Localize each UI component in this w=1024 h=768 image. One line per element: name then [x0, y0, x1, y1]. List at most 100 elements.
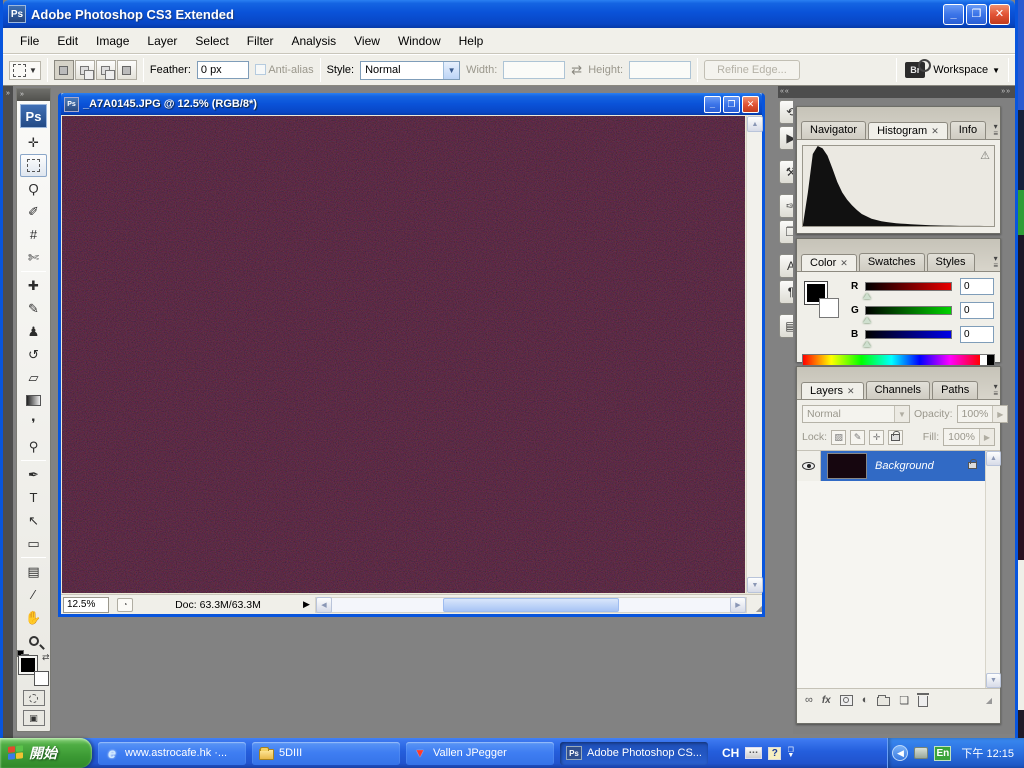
panel-tab-channels[interactable]: Channels	[865, 381, 931, 399]
panel-tab-swatches[interactable]: Swatches	[858, 253, 925, 271]
status-flyout-icon[interactable]: ▶	[303, 599, 315, 610]
rectangular-marquee-tool[interactable]	[20, 154, 47, 177]
language-bar-options-icon[interactable]: ❐ ▼	[787, 747, 794, 759]
menu-item-layer[interactable]: Layer	[138, 31, 186, 51]
adjustment-layer-button[interactable]: ◐	[862, 694, 869, 706]
delete-layer-button[interactable]	[917, 692, 930, 707]
path-selection-tool[interactable]: ↖	[20, 509, 47, 532]
swap-dimensions-icon[interactable]: ⇄	[571, 62, 582, 78]
gradient-tool[interactable]	[20, 389, 47, 412]
subtract-from-selection-mode-button[interactable]	[95, 60, 116, 80]
close-tab-icon[interactable]: ✕	[847, 386, 855, 396]
menu-item-edit[interactable]: Edit	[48, 31, 87, 51]
menu-item-select[interactable]: Select	[186, 31, 237, 51]
left-dock-edge[interactable]: »	[3, 86, 13, 738]
lock-pixels-button[interactable]: ✎	[850, 429, 866, 445]
slider-thumb-icon[interactable]	[863, 340, 871, 347]
menu-item-help[interactable]: Help	[450, 31, 493, 51]
eyedropper-tool[interactable]: ∕	[20, 583, 47, 606]
pen-tool[interactable]: ✒	[20, 463, 47, 486]
tool-preset-picker[interactable]: ▼	[9, 60, 41, 80]
vertical-scrollbar[interactable]: ▲ ▼	[746, 116, 763, 593]
menu-item-file[interactable]: File	[11, 31, 48, 51]
lock-all-button[interactable]	[888, 429, 904, 445]
zoom-level-field[interactable]	[63, 596, 109, 613]
lock-transparency-button[interactable]: ▨	[831, 429, 847, 445]
toolbox-collapse-handle[interactable]: »	[17, 89, 50, 101]
close-tab-icon[interactable]: ✕	[931, 126, 939, 136]
layer-row[interactable]: Background	[797, 451, 985, 481]
style-dropdown[interactable]: Normal ▼	[360, 60, 461, 80]
scroll-down-icon[interactable]: ▼	[747, 577, 763, 593]
slice-tool[interactable]: ✄	[20, 246, 47, 269]
taskbar-button-vallen-jpegger[interactable]: ▼ Vallen JPegger	[406, 741, 554, 765]
lock-position-button[interactable]: ✛	[869, 429, 885, 445]
hide-tray-icons-chevron[interactable]: ◀	[892, 745, 909, 761]
panel-menu-icon[interactable]: ▾ ≡	[993, 383, 998, 398]
background-color-swatch[interactable]	[819, 298, 839, 318]
app-titlebar[interactable]: Ps Adobe Photoshop CS3 Extended _ ❐ ✕	[3, 0, 1015, 28]
quick-selection-tool[interactable]: ✐	[20, 200, 47, 223]
channel-value-input[interactable]	[960, 301, 994, 319]
dodge-tool[interactable]: ⚲	[20, 435, 47, 458]
taskbar-button-astrocafe[interactable]: e www.astrocafe.hk ·...	[98, 741, 246, 765]
eraser-tool[interactable]: ▱	[20, 366, 47, 389]
menu-item-window[interactable]: Window	[389, 31, 450, 51]
zoom-tool[interactable]	[20, 629, 47, 652]
add-to-selection-mode-button[interactable]	[74, 60, 95, 80]
scroll-left-icon[interactable]: ◀	[316, 596, 332, 613]
fill-dropdown[interactable]: 100% ▶	[943, 428, 995, 446]
keyboard-layout-icon[interactable]: ▪▪▪	[745, 747, 763, 759]
tray-utility-icon[interactable]	[914, 747, 929, 759]
cached-data-warning-icon[interactable]: ⚠	[980, 149, 990, 162]
hand-tool[interactable]: ✋	[20, 606, 47, 629]
workspace-button[interactable]: Workspace ▼	[933, 64, 1000, 76]
panel-tab-navigator[interactable]: Navigator	[801, 121, 867, 139]
blur-tool[interactable]: ❜	[20, 412, 47, 435]
maximize-button[interactable]: ❐	[966, 3, 987, 25]
notes-tool[interactable]: ▤	[20, 560, 47, 583]
menu-item-analysis[interactable]: Analysis	[282, 31, 345, 51]
color-spectrum-ramp[interactable]	[802, 354, 995, 366]
menu-item-image[interactable]: Image	[87, 31, 138, 51]
resize-grip[interactable]: ◢	[748, 597, 762, 613]
quick-mask-button[interactable]	[22, 690, 45, 706]
menu-item-filter[interactable]: Filter	[238, 31, 283, 51]
image-canvas[interactable]	[62, 116, 745, 593]
new-group-button[interactable]	[877, 694, 891, 706]
horizontal-type-tool[interactable]: T	[20, 486, 47, 509]
bridge-icon[interactable]: Br	[905, 59, 932, 78]
panel-dock-collapse-handle[interactable]: »»	[793, 86, 1015, 98]
layer-thumbnail[interactable]	[827, 453, 867, 479]
brush-tool[interactable]: ✎	[20, 297, 47, 320]
scroll-up-icon[interactable]: ▲	[986, 451, 1001, 466]
taskbar-button-5diii[interactable]: 5DIII	[252, 741, 400, 765]
doc-minimize-button[interactable]: _	[704, 95, 721, 113]
panel-resize-grip[interactable]: ◢	[986, 696, 992, 705]
anti-alias-checkbox[interactable]	[254, 64, 266, 75]
layer-visibility-toggle[interactable]	[797, 451, 821, 481]
channel-slider[interactable]	[863, 281, 952, 299]
scrollbar-thumb[interactable]	[443, 597, 619, 612]
panel-tab-paths[interactable]: Paths	[932, 381, 979, 399]
layers-scrollbar[interactable]: ▲ ▼	[985, 451, 1001, 688]
taskbar-button-photoshop[interactable]: Ps Adobe Photoshop CS...	[560, 741, 708, 765]
input-language-indicator[interactable]: CH	[722, 746, 739, 760]
crop-tool[interactable]: #	[20, 223, 47, 246]
screen-mode-button[interactable]: ▣	[22, 710, 45, 726]
document-titlebar[interactable]: Ps _A7A0145.JPG @ 12.5% (RGB/8*) _ ❐ ✕	[61, 93, 762, 115]
close-button[interactable]: ✕	[989, 3, 1010, 25]
panel-tab-layers[interactable]: Layers ✕	[801, 382, 864, 400]
horizontal-scrollbar[interactable]: ◀ ▶	[315, 596, 747, 613]
channel-slider[interactable]	[863, 305, 952, 323]
channel-value-input[interactable]	[960, 277, 994, 295]
language-help-icon[interactable]: ?	[768, 746, 782, 760]
menu-item-view[interactable]: View	[345, 31, 389, 51]
swap-colors-icon[interactable]: ⇄	[42, 652, 50, 663]
tray-language-badge[interactable]: En	[934, 745, 952, 761]
lasso-tool[interactable]: Ϙ	[20, 177, 47, 200]
intersect-selection-mode-button[interactable]	[116, 60, 137, 80]
blend-mode-dropdown[interactable]: Normal ▼	[802, 405, 910, 423]
refine-edge-button[interactable]: Refine Edge...	[704, 60, 800, 80]
link-layers-button[interactable]: ∞	[805, 694, 813, 706]
